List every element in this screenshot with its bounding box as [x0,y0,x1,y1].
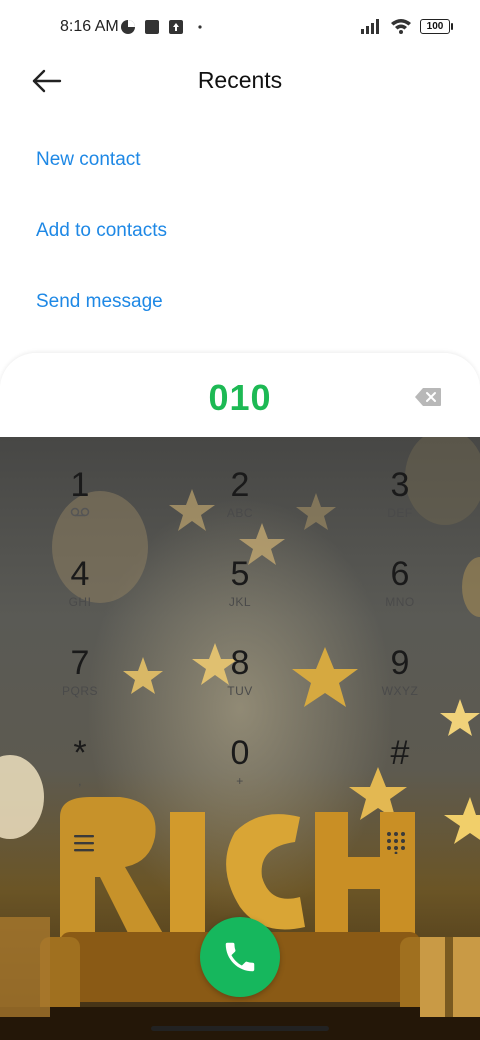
upload-box-icon [169,20,183,34]
key-digit: 0 [230,734,250,772]
key-0[interactable]: 0 + [180,734,300,814]
key-letters: MNO [385,595,415,609]
notification-square-icon [145,20,159,34]
wifi-icon [391,19,411,34]
key-letters: + [236,774,244,788]
dot-icon [198,25,202,29]
key-letters: PQRS [61,684,98,698]
dialed-number[interactable]: 010 [0,377,480,419]
key-digit: 2 [230,466,250,504]
menu-icon[interactable] [72,832,96,854]
key-digit: # [390,734,410,772]
key-6[interactable]: 6 MNO [340,555,460,635]
key-star[interactable]: * , [20,734,140,814]
key-digit: 6 [390,555,410,593]
status-time: 8:16 AM [60,18,119,35]
key-letters: , [78,774,82,788]
key-digit: 8 [230,644,250,682]
phone-icon [225,942,255,972]
key-3[interactable]: 3 DEF [340,466,460,546]
new-contact-link[interactable]: New contact [36,149,141,171]
page-title: Recents [197,67,283,93]
battery-icon: 100 [420,18,453,34]
home-indicator[interactable] [151,1026,329,1031]
status-left-icons [120,19,208,35]
number-display-row: 010 [0,353,480,437]
key-digit: 9 [390,644,410,682]
key-letters: WXYZ [381,684,419,698]
key-digit: 4 [70,555,90,593]
key-letters: JKL [228,595,252,609]
key-letters: TUV [227,684,253,698]
key-1[interactable]: 1 [20,466,140,546]
key-5[interactable]: 5 JKL [180,555,300,635]
key-7[interactable]: 7 PQRS [20,644,140,724]
send-message-link[interactable]: Send message [36,291,163,313]
key-letters: DEF [387,506,413,520]
key-digit: 7 [70,644,90,682]
backspace-icon[interactable] [414,387,442,407]
add-to-contacts-link[interactable]: Add to contacts [36,220,167,242]
key-2[interactable]: 2 ABC [180,466,300,546]
voicemail-icon [70,507,90,517]
key-digit: 1 [70,466,90,504]
app-header: Recents [0,56,480,112]
key-digit: 3 [390,466,410,504]
key-digit: 5 [230,555,250,593]
key-digit: * [73,734,87,772]
call-button[interactable] [200,917,280,997]
key-9[interactable]: 9 WXYZ [340,644,460,724]
key-8[interactable]: 8 TUV [180,644,300,724]
key-letters: GHI [68,595,92,609]
key-4[interactable]: 4 GHI [20,555,140,635]
signal-icon [361,19,379,34]
key-letters: ABC [226,506,254,520]
status-right-icons: 100 [360,18,453,34]
dialpad-icon[interactable] [384,830,408,854]
key-hash[interactable]: # [340,734,460,814]
status-bar: 8:16 AM 100 [0,0,480,56]
data-saver-icon [121,20,135,34]
